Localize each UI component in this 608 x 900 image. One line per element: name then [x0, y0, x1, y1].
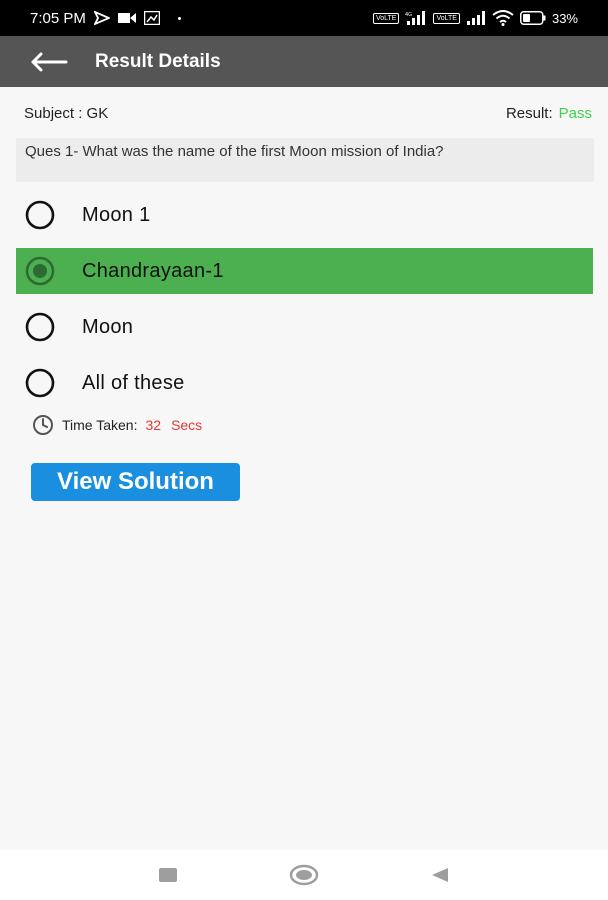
option-1[interactable]: Moon 1 — [16, 192, 593, 238]
radio-unchecked-icon[interactable] — [25, 312, 55, 342]
option-label: Chandrayaan-1 — [82, 259, 224, 282]
clock-icon — [33, 415, 53, 435]
svg-text:4G: 4G — [405, 12, 412, 18]
recents-button[interactable] — [138, 850, 198, 900]
battery-percent: 33% — [551, 10, 578, 26]
time-taken-row: Time Taken: 32 Secs — [32, 414, 202, 436]
question-text: Ques 1- What was the name of the first M… — [16, 138, 594, 182]
triangle-back-icon — [432, 868, 448, 882]
gallery-icon — [143, 11, 160, 25]
volte-badge-2: VoLTE — [433, 12, 460, 24]
battery-icon — [519, 11, 546, 25]
wifi-icon — [492, 10, 514, 26]
system-nav-bar — [0, 850, 608, 900]
radio-checked-icon[interactable] — [25, 256, 55, 286]
square-icon — [159, 868, 177, 882]
signal-icon-2 — [466, 11, 486, 25]
volte-badge-1: VoLTE — [372, 12, 400, 24]
app-bar: Result Details — [0, 36, 608, 87]
result-status: Result: Pass — [506, 105, 592, 122]
arrow-left-icon — [31, 52, 68, 71]
status-time: 7:05 PM — [30, 9, 86, 27]
page-title: Result Details — [95, 50, 221, 72]
time-taken-label: Time Taken: — [62, 417, 138, 433]
radio-unchecked-icon[interactable] — [25, 200, 55, 230]
send-icon — [93, 11, 110, 25]
view-solution-button[interactable]: View Solution — [31, 463, 240, 501]
home-button[interactable] — [274, 850, 334, 900]
option-label: Moon 1 — [82, 203, 151, 226]
circle-icon — [289, 864, 319, 886]
video-icon — [117, 12, 136, 24]
status-bar: 7:05 PM VoLTE 4G VoLTE 33% — [0, 0, 608, 36]
meta-row: Subject : GK Result: Pass — [24, 105, 592, 122]
result-value: Pass — [558, 105, 592, 122]
time-taken-value: 32 — [145, 417, 162, 433]
option-label: Moon — [82, 315, 134, 338]
back-nav-button[interactable] — [410, 850, 470, 900]
time-taken-unit: Secs — [171, 417, 203, 433]
result-label: Result: — [505, 105, 553, 122]
option-4[interactable]: All of these — [16, 360, 593, 406]
signal-icon-1: 4G — [405, 11, 427, 25]
option-3[interactable]: Moon — [16, 304, 593, 350]
back-button[interactable] — [14, 36, 84, 87]
notification-dot-icon — [177, 16, 181, 20]
result-content: Subject : GK Result: Pass Ques 1- What wa… — [0, 87, 608, 850]
subject-label: Subject : GK — [24, 105, 109, 122]
radio-unchecked-icon[interactable] — [25, 368, 55, 398]
option-label: All of these — [82, 371, 185, 394]
option-2[interactable]: Chandrayaan-1 — [16, 248, 593, 294]
